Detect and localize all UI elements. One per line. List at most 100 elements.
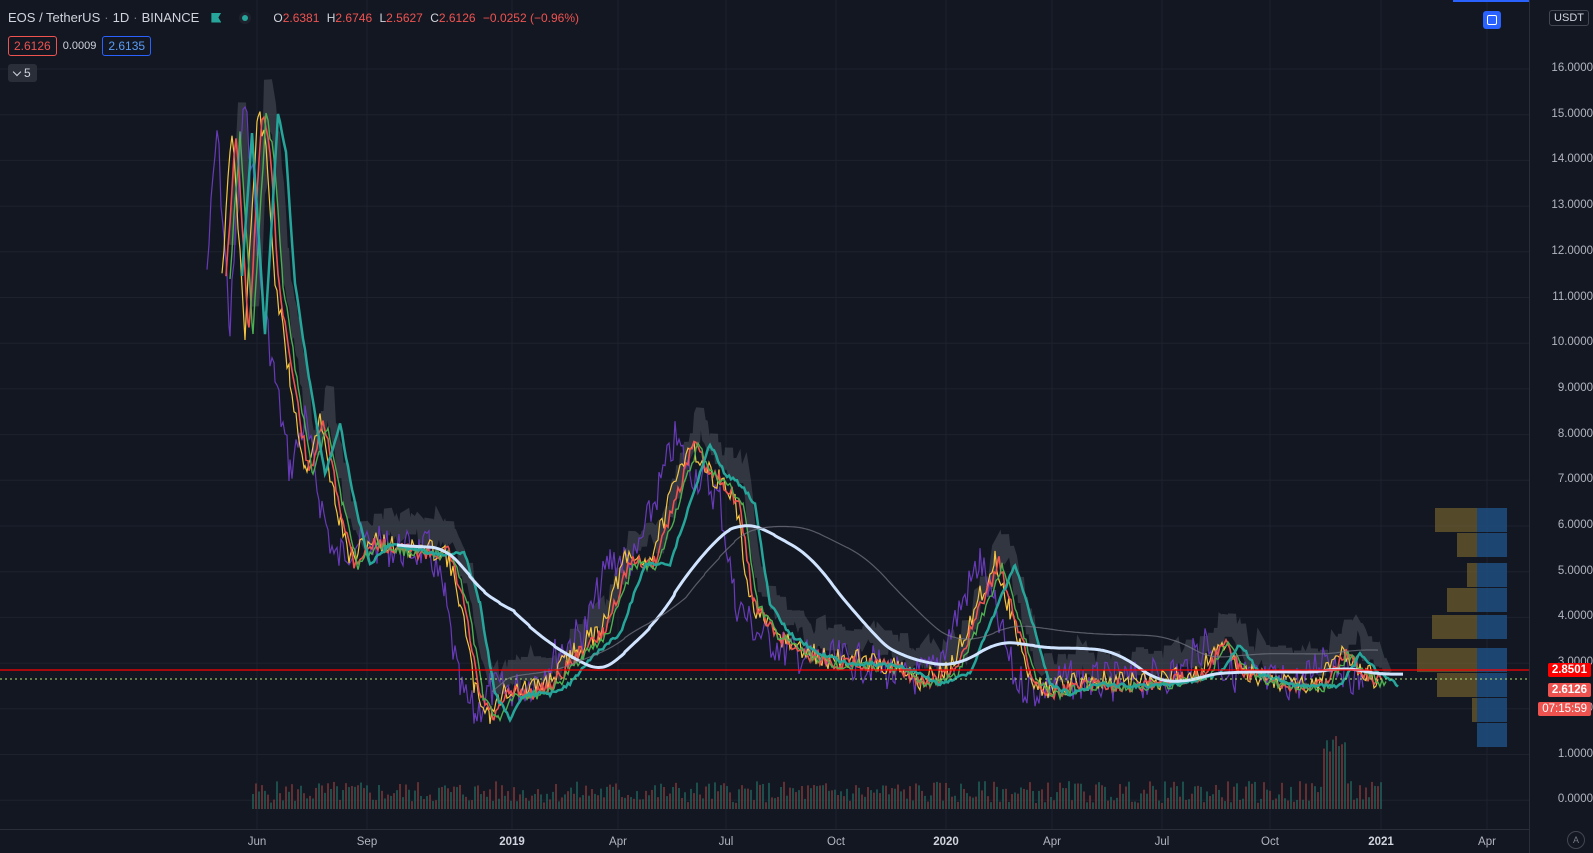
volume-bar <box>399 783 401 809</box>
volume-bar <box>390 795 392 809</box>
volume-bar <box>1197 785 1199 809</box>
spread-value: 0.0009 <box>62 40 97 52</box>
volume-bar <box>756 781 758 809</box>
time-tick: Oct <box>827 836 845 848</box>
volume-bar <box>1038 790 1040 809</box>
volume-bar <box>528 800 530 809</box>
volume-bar <box>1014 792 1016 809</box>
volume-bar <box>306 798 308 809</box>
price-tick: 12.0000 <box>1551 244 1593 257</box>
symbol-title[interactable]: EOS / TetherUS <box>8 10 100 25</box>
volume-bar <box>1203 802 1205 809</box>
volume-bar <box>300 785 302 809</box>
volume-bar <box>780 786 782 809</box>
volume-bar <box>1020 787 1022 809</box>
volume-bar <box>1011 794 1013 809</box>
volume-bar <box>1044 802 1046 809</box>
volume-bar <box>1194 786 1196 809</box>
time-tick: Jul <box>718 836 734 848</box>
volume-bar <box>369 792 371 809</box>
volume-bar <box>1362 799 1364 809</box>
volume-bar <box>273 799 275 809</box>
volume-bar <box>411 801 413 809</box>
volume-bar <box>1305 783 1307 809</box>
volume-bar <box>666 796 668 809</box>
top-accent-bar <box>1453 0 1529 2</box>
interval-label[interactable]: 1D <box>113 10 130 25</box>
volume-bar <box>309 795 311 809</box>
volume-bar <box>870 790 872 809</box>
volume-bar <box>1077 783 1079 809</box>
volume-bar <box>405 784 407 809</box>
volume-bar <box>1221 797 1223 809</box>
time-axis[interactable]: Jun Sep 2019 Apr Jul Oct 2020 Apr Jul Oct 2021 Apr <box>0 829 1529 853</box>
volume-bar <box>678 787 680 809</box>
high-value: 2.6746 <box>335 10 373 25</box>
ichimoku-cloud <box>228 79 1392 695</box>
price-tick: 7.0000 <box>1557 473 1593 486</box>
chart-pane[interactable]: EOS / TetherUS · 1D · BINANCE O2.6381 H2… <box>0 0 1529 853</box>
volume-bar <box>444 785 446 809</box>
ask-badge[interactable]: 2.6135 <box>102 36 152 56</box>
volume-bar <box>492 800 494 809</box>
flag-icon[interactable] <box>211 12 222 23</box>
volume-bar <box>1125 786 1127 809</box>
volume-bar <box>846 788 848 809</box>
volume-bar <box>1365 787 1367 809</box>
indicators-toggle-button[interactable]: 5 <box>8 64 37 82</box>
volume-bar <box>1152 785 1154 809</box>
price-axis[interactable]: 1 USDT 16.000015.000014.000013.000012.00… <box>1529 0 1593 853</box>
volume-bar <box>1182 781 1184 809</box>
chevron-down-icon <box>12 67 22 76</box>
price-tick: 5.0000 <box>1557 564 1593 577</box>
volume-bar <box>1377 786 1379 809</box>
volume-bar <box>819 785 821 809</box>
volume-profile-bar <box>1477 563 1507 587</box>
volume-bar <box>798 790 800 809</box>
market-status-icon[interactable] <box>239 11 252 24</box>
volume-bar <box>540 794 542 809</box>
volume-bar <box>255 783 257 809</box>
volume-bar <box>1083 791 1085 809</box>
alert-price-label[interactable]: 2.8501 <box>1547 663 1591 677</box>
indicator-count: 5 <box>24 66 31 80</box>
volume-bar <box>522 790 524 809</box>
volume-bar <box>579 797 581 809</box>
volume-bar <box>270 802 272 809</box>
volume-bar <box>1143 789 1145 809</box>
volume-bar <box>1170 787 1172 809</box>
volume-bar <box>738 789 740 809</box>
volume-bar <box>561 797 563 809</box>
bid-badge[interactable]: 2.6126 <box>8 36 57 56</box>
volume-profile-bar <box>1477 508 1507 532</box>
volume-bar <box>885 785 887 809</box>
volume-bar <box>372 799 374 809</box>
volume-bar <box>1041 789 1043 809</box>
auto-scale-button[interactable]: A <box>1567 831 1585 849</box>
bar-countdown: 07:15:59 <box>1538 702 1591 716</box>
time-tick: Apr <box>1478 836 1496 848</box>
volume-bar <box>669 793 671 809</box>
volume-profile-bar <box>1447 588 1477 612</box>
volume-bar <box>1311 783 1313 809</box>
volume-bar <box>336 786 338 809</box>
volume-bar <box>942 800 944 809</box>
currency-button[interactable]: USDT <box>1549 10 1589 26</box>
volume-bar <box>1149 781 1151 809</box>
volume-bar <box>672 786 674 809</box>
volume-bar <box>1131 801 1133 809</box>
time-tick: 2019 <box>499 836 525 848</box>
volume-bar <box>660 783 662 809</box>
volume-bar <box>252 793 254 809</box>
time-tick: Apr <box>1043 836 1061 848</box>
fullscreen-icon[interactable] <box>1483 11 1501 29</box>
volume-bar <box>1326 740 1328 809</box>
volume-bar <box>765 802 767 809</box>
volume-bar <box>1281 782 1283 809</box>
volume-bar <box>1167 797 1169 809</box>
volume-bar <box>549 799 551 809</box>
price-chart[interactable] <box>0 0 1529 829</box>
volume-bar <box>1284 798 1286 809</box>
volume-bar <box>612 786 614 809</box>
volume-bar <box>1353 799 1355 809</box>
